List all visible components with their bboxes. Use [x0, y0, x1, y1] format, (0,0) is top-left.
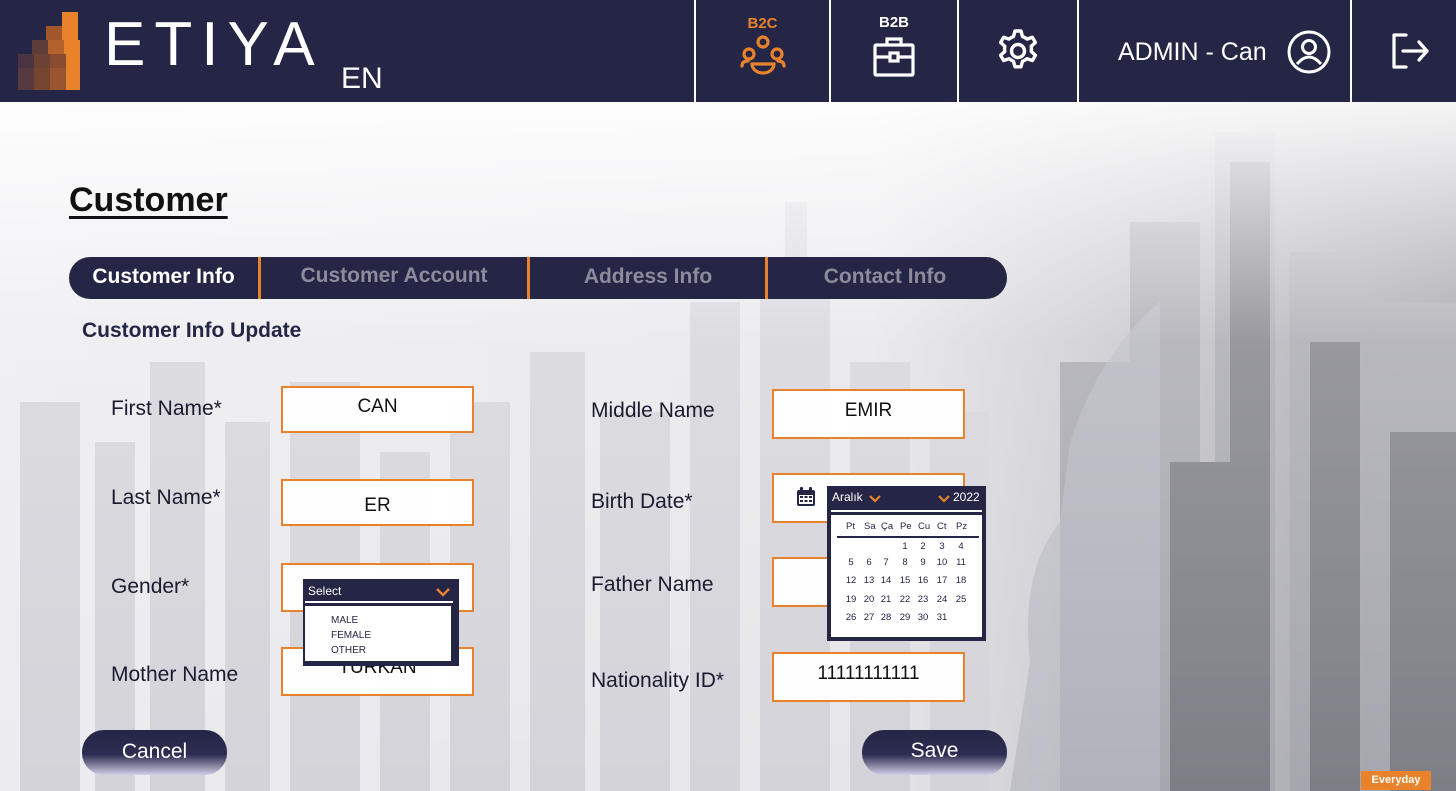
calendar-day[interactable]: 27	[861, 613, 877, 623]
calendar-day[interactable]: 29	[897, 613, 913, 623]
b2c-label: B2C	[747, 15, 778, 32]
briefcase-icon	[873, 37, 915, 77]
calendar-day[interactable]: 18	[953, 576, 969, 586]
tab-customer-info[interactable]: Customer Info	[69, 257, 258, 299]
calendar-day[interactable]: 23	[915, 595, 931, 605]
calendar-day[interactable]: 24	[934, 595, 950, 605]
tab-customer-account[interactable]: Customer Account	[261, 257, 527, 299]
calendar-day[interactable]: 10	[934, 558, 950, 568]
tab-address-info[interactable]: Address Info	[530, 257, 766, 299]
cancel-button[interactable]: Cancel	[82, 730, 227, 775]
year-select[interactable]: 2022	[953, 491, 980, 503]
weekday-label: Cu	[918, 521, 931, 532]
etiya-logo-icon	[18, 12, 80, 90]
gender-option-male[interactable]: MALE	[331, 616, 358, 626]
gender-option-female[interactable]: FEMALE	[331, 631, 371, 641]
weekday-label: Pz	[956, 521, 968, 532]
middle-name-field	[772, 389, 965, 439]
admin-user-label: ADMIN - Can	[1118, 38, 1267, 66]
first-name-field	[281, 386, 474, 433]
tab-contact-info[interactable]: Contact Info	[768, 257, 1002, 299]
nationality-id-label: Nationality ID*	[591, 669, 725, 692]
user-circle-icon[interactable]	[1286, 29, 1332, 75]
middle-name-label: Middle Name	[591, 399, 715, 422]
mother-name-label: Mother Name	[111, 663, 239, 686]
gear-icon	[998, 29, 1038, 69]
calendar-day[interactable]: 8	[897, 558, 913, 568]
gender-dropdown: Select MALE FEMALE OTHER	[303, 579, 459, 666]
last-name-label: Last Name*	[111, 486, 221, 509]
section-title: Customer Info Update	[82, 319, 302, 342]
gender-select[interactable]: Select	[303, 579, 459, 603]
weekday-label: Ça	[881, 521, 894, 532]
calendar-day[interactable]: 11	[953, 558, 969, 568]
gender-options: MALE FEMALE OTHER	[305, 606, 451, 661]
gender-option-other[interactable]: OTHER	[331, 646, 366, 656]
calendar-day[interactable]: 21	[878, 595, 894, 605]
middle-name-input[interactable]	[774, 391, 963, 437]
first-name-input[interactable]	[283, 388, 472, 431]
weekday-label: Pt	[846, 521, 855, 532]
top-navbar: ETIYA EN B2C B2B ADMIN - Can	[0, 0, 1456, 102]
gender-select-placeholder: Select	[308, 584, 342, 598]
calendar-day[interactable]: 16	[915, 576, 931, 586]
b2b-label: B2B	[878, 14, 909, 31]
calendar-day[interactable]: 5	[843, 558, 859, 568]
birth-date-label: Birth Date*	[591, 490, 693, 513]
weekday-label: Ct	[937, 521, 947, 532]
people-group-icon	[739, 35, 786, 75]
month-select[interactable]: Aralık	[832, 491, 863, 503]
calendar-day[interactable]: 26	[843, 613, 859, 623]
save-button[interactable]: Save	[862, 730, 1007, 775]
calendar-day[interactable]: 7	[878, 558, 894, 568]
dropdown-divider	[305, 601, 453, 603]
settings-button[interactable]	[959, 0, 1077, 102]
calendar-day[interactable]: 15	[897, 576, 913, 586]
calendar-day[interactable]: 17	[934, 576, 950, 586]
calendar-day[interactable]: 4	[953, 542, 969, 552]
nationality-id-input[interactable]	[774, 654, 963, 700]
b2c-button[interactable]: B2C	[696, 0, 829, 102]
calendar-day[interactable]: 22	[897, 595, 913, 605]
nav-divider	[1077, 0, 1079, 102]
calendar-day[interactable]: 30	[915, 613, 931, 623]
calendar-day[interactable]: 1	[897, 542, 913, 552]
everyday-watermark: Everyday	[1361, 771, 1431, 790]
language-selector[interactable]: EN	[341, 64, 383, 94]
calendar-day[interactable]: 20	[861, 595, 877, 605]
father-name-label: Father Name	[591, 573, 714, 596]
b2b-button[interactable]: B2B	[831, 0, 957, 102]
calendar-grid: Pt Sa Ça Pe Cu Ct Pz 1 2 3 4 5 6 7 8 9 10 11 12 13 14 15 16 17 1…	[831, 515, 982, 637]
weekday-divider	[837, 536, 979, 538]
calendar-day[interactable]: 9	[915, 558, 931, 568]
calendar-divider	[831, 510, 982, 512]
logout-icon[interactable]	[1390, 31, 1430, 71]
chevron-down-icon[interactable]	[869, 494, 881, 503]
calendar-day[interactable]: 31	[934, 613, 950, 623]
calendar-day[interactable]: 2	[915, 542, 931, 552]
calendar-day[interactable]: 12	[843, 576, 859, 586]
date-picker: Aralık 2022 Pt Sa Ça Pe Cu Ct Pz 1 2 3 4 5 6 7 8 9 10 11 1…	[827, 486, 986, 641]
chevron-down-icon[interactable]	[938, 494, 950, 503]
page-title: Customer	[69, 181, 228, 219]
nationality-id-field	[772, 652, 965, 702]
last-name-field	[281, 479, 474, 526]
calendar-day[interactable]: 6	[861, 558, 877, 568]
calendar-icon[interactable]	[796, 487, 816, 507]
gender-label: Gender*	[111, 575, 190, 598]
calendar-day[interactable]: 14	[878, 576, 894, 586]
brand-name: ETIYA	[104, 10, 324, 79]
calendar-day[interactable]: 3	[934, 542, 950, 552]
weekday-label: Pe	[900, 521, 912, 532]
customer-tabs: Customer Info Customer Account Address I…	[69, 257, 1007, 299]
calendar-day[interactable]: 25	[953, 595, 969, 605]
first-name-label: First Name*	[111, 397, 222, 420]
calendar-day[interactable]: 19	[843, 595, 859, 605]
calendar-day[interactable]: 13	[861, 576, 877, 586]
weekday-label: Sa	[864, 521, 876, 532]
calendar-day[interactable]: 28	[878, 613, 894, 623]
last-name-input[interactable]	[283, 481, 472, 524]
chevron-down-icon	[436, 588, 450, 597]
nav-divider	[1350, 0, 1352, 102]
